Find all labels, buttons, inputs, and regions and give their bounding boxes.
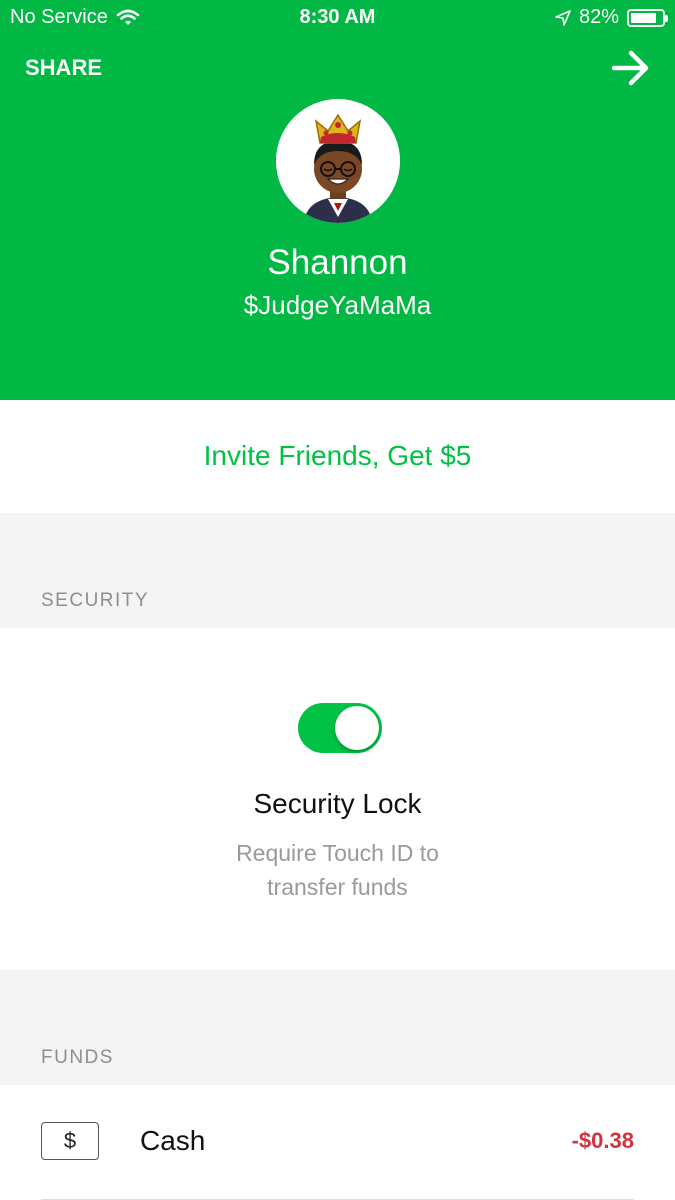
status-right: 82% — [555, 6, 668, 29]
cash-label: Cash — [140, 1125, 206, 1156]
security-section-label: SECURITY — [41, 590, 150, 611]
avatar[interactable] — [276, 99, 400, 223]
security-card: Security Lock Require Touch ID to transf… — [0, 628, 675, 970]
security-lock-description: Require Touch ID to transfer funds — [0, 836, 675, 904]
share-button[interactable]: SHARE — [25, 55, 102, 81]
battery-percent: 82% — [578, 6, 619, 28]
profile-name: Shannon — [267, 243, 408, 282]
cash-icon: $ — [41, 1122, 99, 1160]
profile-header: No Service 8:30 AM 82% SHARE Shannon $Ju… — [0, 0, 675, 400]
cash-amount: -$0.38 — [571, 1128, 634, 1153]
avatar-image — [276, 99, 400, 223]
profile-cashtag: $JudgeYaMaMa — [243, 290, 432, 320]
security-description-line2: transfer funds — [267, 874, 408, 900]
security-description-line1: Require Touch ID to — [236, 840, 439, 866]
list-item[interactable]: $ Cash -$0.38 — [0, 1085, 675, 1200]
security-lock-toggle[interactable] — [298, 703, 382, 753]
status-bar: No Service 8:30 AM 82% — [0, 0, 675, 36]
toggle-knob — [335, 706, 379, 750]
security-lock-title: Security Lock — [253, 788, 422, 819]
forward-arrow-icon[interactable] — [611, 49, 651, 87]
location-arrow-icon — [555, 9, 571, 26]
invite-card: Invite Friends, Get $5 — [0, 400, 675, 513]
invite-friends-button[interactable]: Invite Friends, Get $5 — [0, 440, 675, 472]
battery-level — [631, 12, 656, 23]
battery-icon — [627, 8, 668, 27]
funds-card: $ Cash -$0.38 — [0, 1085, 675, 1200]
funds-section-label: FUNDS — [41, 1047, 114, 1068]
